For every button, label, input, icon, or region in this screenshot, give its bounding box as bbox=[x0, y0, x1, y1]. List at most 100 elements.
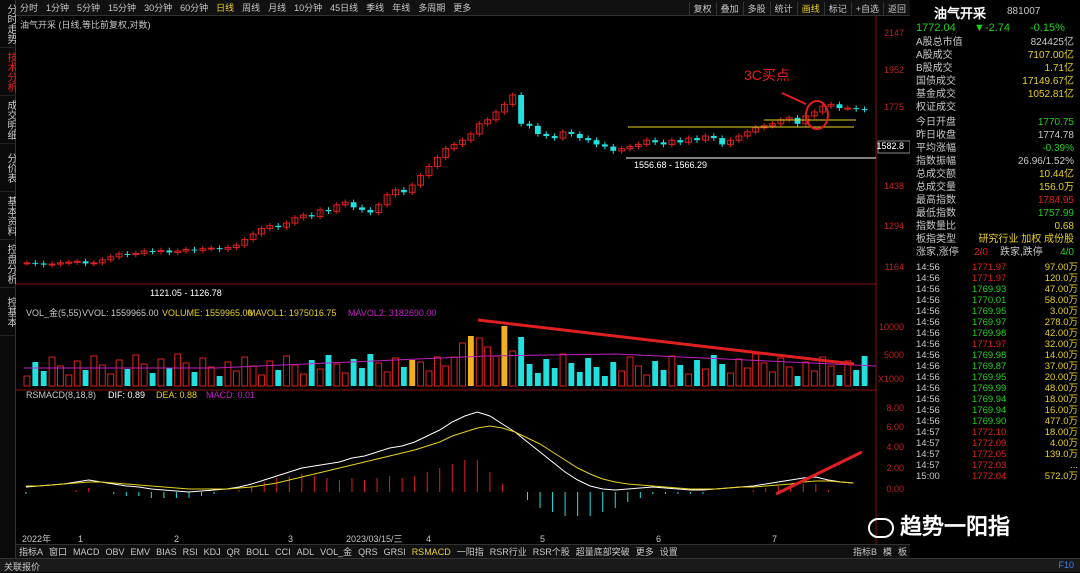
x-label: 3 bbox=[288, 534, 293, 544]
indicator-tab-7[interactable]: KDJ bbox=[201, 547, 224, 557]
quote-value: 7107.00亿 bbox=[1027, 50, 1074, 61]
indicator-tab-5[interactable]: BIAS bbox=[153, 547, 180, 557]
indicator-tab-21[interactable]: 设置 bbox=[657, 545, 681, 558]
macd-tick: 2.00 bbox=[886, 463, 904, 473]
indicator-tab-9[interactable]: BOLL bbox=[243, 547, 272, 557]
indicator-tab-4[interactable]: EMV bbox=[128, 547, 154, 557]
quote-value: 1052.81亿 bbox=[1027, 89, 1074, 100]
vol-bar bbox=[518, 337, 525, 386]
x-label: 6 bbox=[656, 534, 661, 544]
macd-legend-c: DEA: 0.88 bbox=[156, 390, 197, 400]
toolbar-btn-1[interactable]: 叠加 bbox=[715, 1, 743, 15]
period-13[interactable]: 多周期 bbox=[414, 1, 449, 14]
toolbar-btn-6[interactable]: +自选 bbox=[850, 1, 883, 15]
vol-bar bbox=[534, 373, 541, 386]
indicator-tab-18[interactable]: RSR个股 bbox=[530, 545, 573, 558]
candle-down bbox=[400, 189, 407, 193]
quote-value: 研究行业 加权 成份股 bbox=[978, 234, 1074, 245]
vol-legend-d: MAVOL1: 1975016.75 bbox=[248, 308, 336, 318]
indicator-tab-16[interactable]: 一阳指 bbox=[454, 545, 487, 558]
tick-row: 14:56 1769.99 48.00万 bbox=[916, 383, 1078, 394]
tick-row: 14:56 1769.90 477.0万 bbox=[916, 416, 1078, 427]
tick-price: 1769.90 bbox=[972, 416, 1007, 427]
indicator-tab-15[interactable]: RSMACD bbox=[409, 547, 454, 557]
period-6[interactable]: 日线 bbox=[212, 1, 238, 14]
candle-down bbox=[124, 253, 131, 255]
quote-row: 平均涨幅 -0.39% bbox=[916, 142, 1076, 155]
period-5[interactable]: 60分钟 bbox=[176, 1, 212, 14]
vol-bar bbox=[719, 364, 726, 386]
kline-chart[interactable]: 油气开采 (日线,等比前复权,对数)2147195217751582.81438… bbox=[16, 16, 910, 544]
status-bar: 关联报价 F10 bbox=[0, 558, 1080, 572]
indicator-tab-13[interactable]: QRS bbox=[355, 547, 381, 557]
status-left[interactable]: 关联报价 bbox=[4, 560, 40, 573]
sidebar-tab-3[interactable]: 分价表 bbox=[0, 144, 16, 192]
toolbar-btn-4[interactable]: 画线 bbox=[796, 1, 824, 15]
toolbar-btn-0[interactable]: 复权 bbox=[688, 1, 716, 15]
indicator-tab-0[interactable]: 指标A bbox=[16, 545, 46, 558]
indicator-tab-14[interactable]: GRSI bbox=[381, 547, 409, 557]
indicator-tab-1[interactable]: 窗口 bbox=[46, 545, 70, 558]
indicator-tab-19[interactable]: 超量底部突破 bbox=[573, 545, 633, 558]
sidebar-tab-4[interactable]: 基本资料 bbox=[0, 192, 16, 240]
sidebar-tab-0[interactable]: 分时走势 bbox=[0, 0, 16, 48]
tick-vol: 139.0万 bbox=[1044, 449, 1078, 460]
period-2[interactable]: 5分钟 bbox=[73, 1, 104, 14]
indicator-tab-6[interactable]: RSI bbox=[180, 547, 201, 557]
vol-tick: 10000 bbox=[879, 322, 904, 332]
indicator-tab-11[interactable]: ADL bbox=[294, 547, 318, 557]
sidebar-tab-1[interactable]: 技术分析 bbox=[0, 48, 16, 96]
candle-up bbox=[207, 247, 215, 250]
tick-time: 14:56 bbox=[916, 416, 940, 427]
vol-bar bbox=[191, 372, 198, 386]
indicator-tab-12[interactable]: VOL_金 bbox=[317, 545, 355, 558]
period-7[interactable]: 周线 bbox=[238, 1, 264, 14]
indicator-tab-20[interactable]: 更多 bbox=[633, 545, 657, 558]
indicator-right-0[interactable]: 指标B bbox=[850, 545, 880, 558]
period-4[interactable]: 30分钟 bbox=[140, 1, 176, 14]
indicator-tab-2[interactable]: MACD bbox=[70, 547, 103, 557]
vol-bar bbox=[551, 368, 558, 386]
macd-legend-d: MACD: 0.01 bbox=[206, 390, 255, 400]
candle-down bbox=[861, 109, 868, 111]
toolbar-btn-5[interactable]: 标记 bbox=[823, 1, 851, 15]
indicator-right-1[interactable]: 模 bbox=[880, 545, 895, 558]
period-0[interactable]: 分时 bbox=[16, 1, 42, 14]
candle-down bbox=[367, 209, 374, 213]
candle-down bbox=[677, 140, 684, 143]
sidebar-tab-5[interactable]: 控盘分析 bbox=[0, 240, 16, 288]
period-9[interactable]: 10分钟 bbox=[290, 1, 326, 14]
quote-value: -0.39% bbox=[1042, 143, 1074, 154]
candle-down bbox=[359, 207, 365, 210]
status-f10[interactable]: F10 bbox=[1058, 560, 1074, 570]
price-tick: 1438 bbox=[884, 181, 904, 191]
period-8[interactable]: 月线 bbox=[264, 1, 290, 14]
quote-value: 1.71亿 bbox=[1044, 63, 1074, 74]
indicator-tab-8[interactable]: QR bbox=[224, 547, 244, 557]
indicator-tab-10[interactable]: CCI bbox=[272, 547, 294, 557]
tick-vol: 477.0万 bbox=[1044, 416, 1078, 427]
tick-price: 1772.05 bbox=[972, 449, 1007, 460]
period-14[interactable]: 更多 bbox=[449, 1, 475, 14]
indicator-tab-3[interactable]: OBV bbox=[103, 547, 128, 557]
toolbar-btn-3[interactable]: 统计 bbox=[769, 1, 797, 15]
candle-down bbox=[660, 142, 667, 145]
indicator-tab-17[interactable]: RSR行业 bbox=[487, 545, 530, 558]
period-1[interactable]: 1分钟 bbox=[42, 1, 73, 14]
quote-key: A股总市值 bbox=[916, 37, 963, 48]
tick-row: 15:00 1772.04 572.0万 bbox=[916, 471, 1078, 482]
tick-vol: 47.00万 bbox=[1044, 284, 1078, 295]
period-11[interactable]: 季线 bbox=[362, 1, 388, 14]
sidebar-tab-2[interactable]: 成交明细 bbox=[0, 96, 16, 144]
indicator-right-2[interactable]: 板 bbox=[895, 545, 910, 558]
vol-bar bbox=[82, 370, 89, 386]
period-10[interactable]: 45日线 bbox=[326, 1, 362, 14]
toolbar-btn-7[interactable]: 返回 bbox=[882, 1, 910, 15]
quote-row: 基金成交 1052.81亿 bbox=[916, 88, 1076, 101]
quote-row: 指数量比 0.68 bbox=[916, 220, 1076, 233]
period-12[interactable]: 年线 bbox=[388, 1, 414, 14]
period-3[interactable]: 15分钟 bbox=[104, 1, 140, 14]
sidebar-tab-6[interactable]: 控基本 bbox=[0, 288, 16, 336]
candle-down bbox=[601, 144, 608, 147]
toolbar-btn-2[interactable]: 多股 bbox=[742, 1, 770, 15]
